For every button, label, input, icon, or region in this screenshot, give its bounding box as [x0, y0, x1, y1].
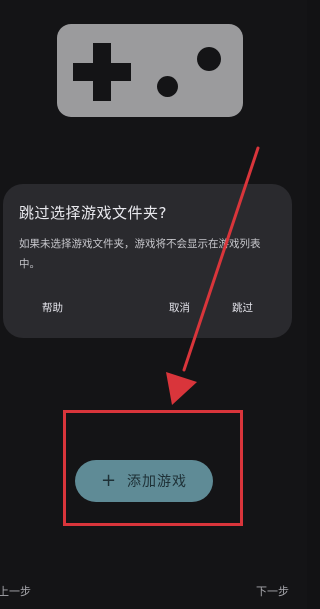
- gamepad-button-a: [197, 47, 221, 71]
- help-button[interactable]: 帮助: [42, 300, 63, 315]
- arrow-head: [166, 372, 197, 405]
- skip-folder-dialog: 跳过选择游戏文件夹? 如果未选择游戏文件夹，游戏将不会显示在游戏列表中。 帮助 …: [3, 184, 292, 338]
- dialog-message: 如果未选择游戏文件夹，游戏将不会显示在游戏列表中。: [19, 238, 261, 270]
- skip-button[interactable]: 跳过: [232, 300, 253, 315]
- gamepad-button-b: [157, 76, 178, 97]
- next-step-button[interactable]: 下一步: [256, 583, 289, 599]
- annotation-highlight-box: [63, 410, 243, 526]
- gamepad-icon: [57, 24, 243, 117]
- previous-step-button[interactable]: 上一步: [0, 583, 31, 599]
- cancel-button[interactable]: 取消: [169, 300, 190, 315]
- dialog-title: 跳过选择游戏文件夹?: [19, 204, 167, 222]
- dpad-horizontal: [73, 63, 131, 81]
- setup-screen: 跳过选择游戏文件夹? 如果未选择游戏文件夹，游戏将不会显示在游戏列表中。 帮助 …: [0, 0, 307, 609]
